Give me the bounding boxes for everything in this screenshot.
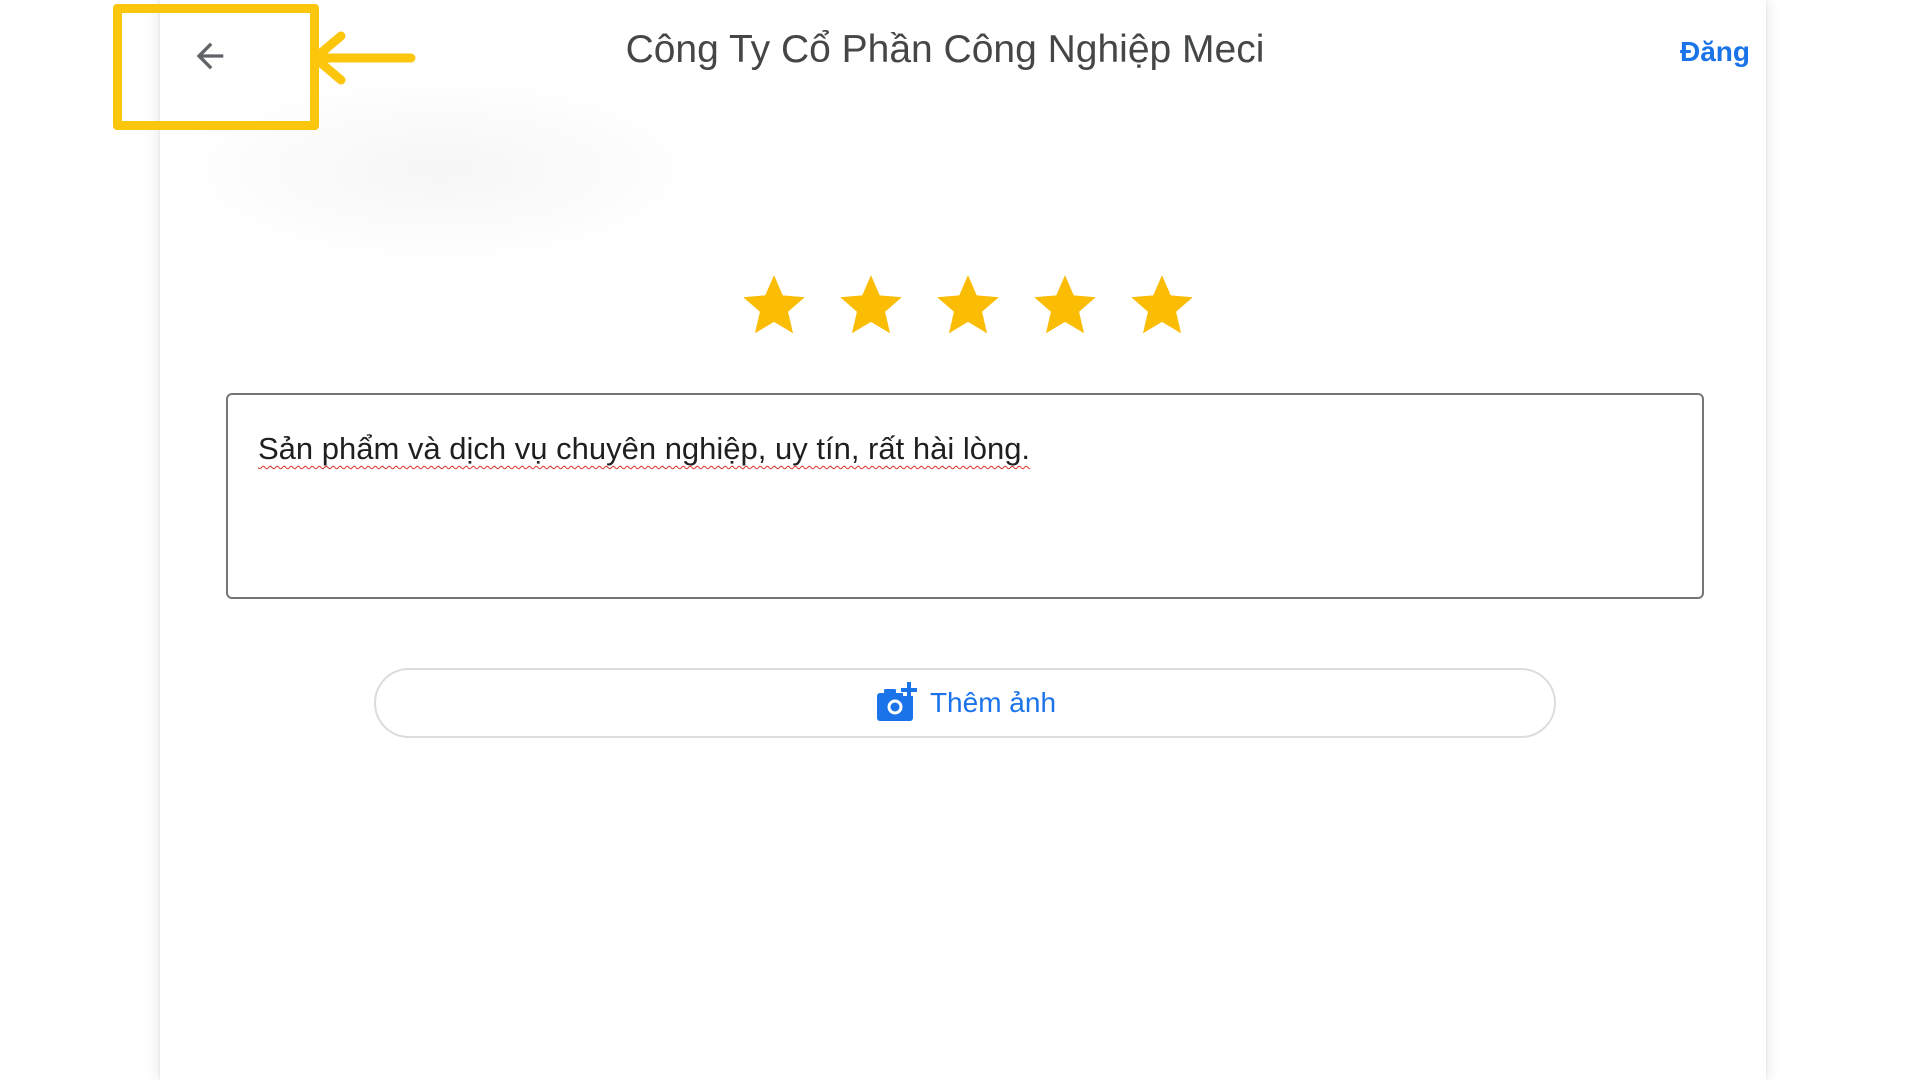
star-icon[interactable] (1128, 270, 1196, 338)
star-icon[interactable] (1031, 270, 1099, 338)
add-photo-camera-icon (876, 682, 918, 721)
annotation-highlight-box (113, 4, 319, 130)
page-title: Công Ty Cổ Phần Công Nghiệp Meci (625, 28, 1265, 71)
add-photo-button[interactable]: Thêm ảnh (374, 668, 1556, 738)
star-icon[interactable] (837, 270, 905, 338)
star-icon[interactable] (934, 270, 1002, 338)
post-button[interactable]: Đăng (1640, 36, 1750, 68)
review-textarea[interactable]: Sản phẩm và dịch vụ chuyên nghiệp, uy tí… (226, 393, 1704, 599)
add-photo-label: Thêm ảnh (929, 687, 1057, 718)
star-icon[interactable] (740, 270, 808, 338)
star-rating[interactable] (740, 270, 1196, 340)
annotation-arrow-icon (310, 31, 416, 85)
screen: Công Ty Cổ Phần Công Nghiệp Meci Đăng Sả… (0, 0, 1920, 1080)
review-text: Sản phẩm và dịch vụ chuyên nghiệp, uy tí… (258, 431, 1031, 466)
